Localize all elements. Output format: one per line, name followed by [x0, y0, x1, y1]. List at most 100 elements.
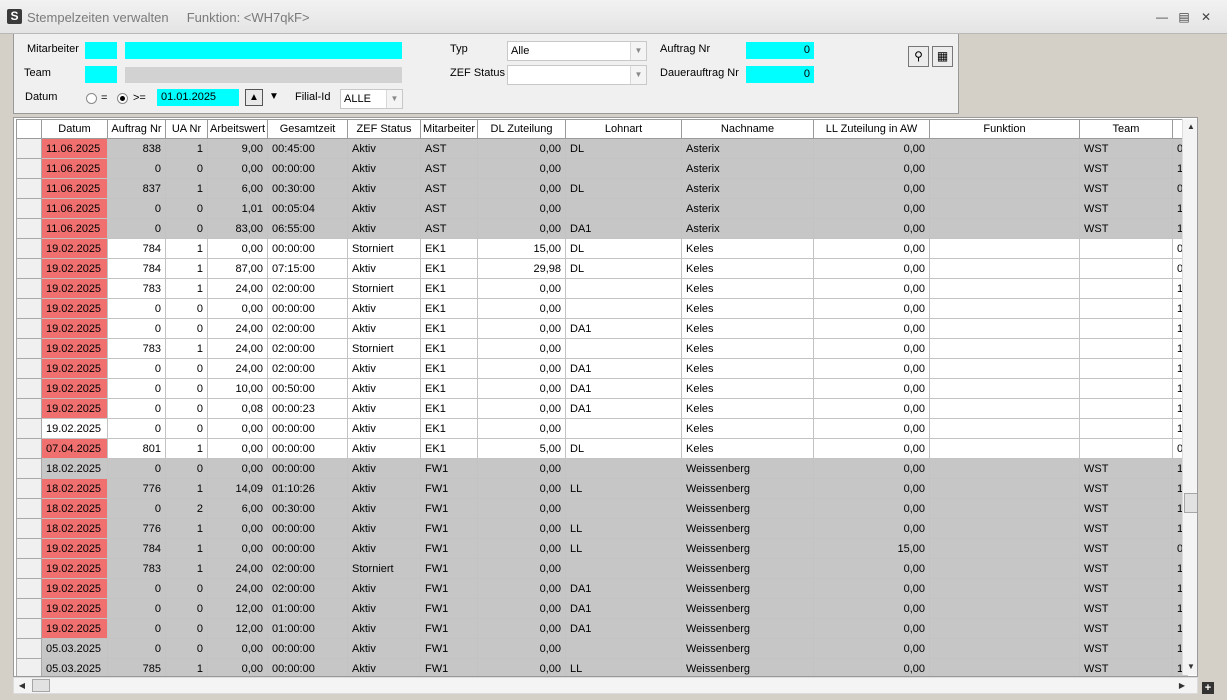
cell-auftrag[interactable]: 784: [107, 238, 166, 259]
column-header-funktion[interactable]: Funktion: [929, 119, 1080, 139]
column-header-ll-zuteilung-in-aw[interactable]: LL Zuteilung in AW: [813, 119, 930, 139]
cell-dl[interactable]: 0,00: [477, 518, 566, 539]
cell-ma[interactable]: EK1: [420, 358, 478, 379]
cell-datum[interactable]: 11.06.2025: [41, 178, 108, 199]
cell-name[interactable]: Keles: [681, 318, 814, 339]
add-row-icon[interactable]: +: [1202, 682, 1214, 694]
cell-dl[interactable]: 0,00: [477, 538, 566, 559]
cell-zeit[interactable]: 00:00:00: [267, 438, 349, 459]
chevron-down-icon[interactable]: ▼: [630, 66, 646, 84]
table-row[interactable]: 19.02.2025 784 1 0,00 00:00:00 Aktiv FW1 0,00 LL…: [16, 538, 1189, 559]
cell-ma[interactable]: EK1: [420, 258, 478, 279]
cell-status[interactable]: Storniert: [347, 278, 422, 299]
cell-aw[interactable]: 10,00: [206, 378, 269, 399]
cell-dl[interactable]: 0,00: [477, 478, 566, 499]
cell-funktion[interactable]: [929, 298, 1080, 319]
cell-datum[interactable]: 18.02.2025: [41, 458, 108, 479]
cell-aw[interactable]: 0,00: [206, 658, 269, 676]
cell-funktion[interactable]: [929, 398, 1080, 419]
table-row[interactable]: 11.06.2025 0 0 0,00 00:00:00 Aktiv AST 0,00 Aste…: [16, 158, 1189, 179]
cell-dl[interactable]: 0,00: [477, 358, 566, 379]
cell-datum[interactable]: 19.02.2025: [41, 358, 108, 379]
cell-dl[interactable]: 0,00: [477, 638, 566, 659]
cell-name[interactable]: Weissenberg: [681, 458, 814, 479]
cell-status[interactable]: Aktiv: [347, 158, 422, 179]
cell-status[interactable]: Aktiv: [347, 198, 422, 219]
column-header-mitarbeiter[interactable]: Mitarbeiter: [420, 119, 478, 139]
cell-auftrag[interactable]: 0: [107, 378, 166, 399]
row-selector[interactable]: [16, 478, 42, 499]
cell-name[interactable]: Weissenberg: [681, 498, 814, 519]
row-selector[interactable]: [16, 618, 42, 639]
cell-ma[interactable]: EK1: [420, 418, 478, 439]
cell-dl[interactable]: 0,00: [477, 218, 566, 239]
table-row[interactable]: 11.06.2025 837 1 6,00 00:30:00 Aktiv AST 0,00 DL…: [16, 178, 1189, 199]
cell-team[interactable]: [1079, 278, 1173, 299]
cell-name[interactable]: Keles: [681, 298, 814, 319]
cell-auftrag[interactable]: 0: [107, 458, 166, 479]
cell-ma[interactable]: FW1: [420, 618, 478, 639]
horizontal-scrollbar[interactable]: ◀ ▶: [13, 677, 1198, 694]
cell-dl[interactable]: 0,00: [477, 558, 566, 579]
row-selector[interactable]: [16, 418, 42, 439]
cell-name[interactable]: Keles: [681, 438, 814, 459]
row-selector[interactable]: [16, 578, 42, 599]
cell-status[interactable]: Aktiv: [347, 478, 422, 499]
search-icon[interactable]: ⚲: [908, 46, 929, 67]
cell-name[interactable]: Weissenberg: [681, 658, 814, 676]
cell-zeit[interactable]: 00:30:00: [267, 178, 349, 199]
cell-ll[interactable]: 0,00: [813, 478, 930, 499]
cell-funktion[interactable]: [929, 258, 1080, 279]
cell-team[interactable]: WST: [1079, 638, 1173, 659]
table-row[interactable]: 18.02.2025 776 1 14,09 01:10:26 Aktiv FW1 0,00 L…: [16, 478, 1189, 499]
cell-ll[interactable]: 0,00: [813, 358, 930, 379]
cell-datum[interactable]: 19.02.2025: [41, 538, 108, 559]
cell-ua[interactable]: 0: [165, 598, 208, 619]
cell-status[interactable]: Aktiv: [347, 358, 422, 379]
cell-auftrag[interactable]: 801: [107, 438, 166, 459]
dauerauftrag-nr-input[interactable]: 0: [746, 66, 814, 83]
cell-team[interactable]: WST: [1079, 598, 1173, 619]
row-selector[interactable]: [16, 318, 42, 339]
cell-ma[interactable]: AST: [420, 158, 478, 179]
cell-auftrag[interactable]: 0: [107, 418, 166, 439]
table-row[interactable]: 18.02.2025 0 2 6,00 00:30:00 Aktiv FW1 0,00 Weis…: [16, 498, 1189, 519]
cell-status[interactable]: Aktiv: [347, 418, 422, 439]
date-equal-radio[interactable]: [86, 93, 97, 104]
row-selector[interactable]: [16, 598, 42, 619]
cell-auftrag[interactable]: 776: [107, 518, 166, 539]
table-row[interactable]: 11.06.2025 0 0 1,01 00:05:04 Aktiv AST 0,00 Aste…: [16, 198, 1189, 219]
cell-name[interactable]: Weissenberg: [681, 478, 814, 499]
cell-aw[interactable]: 9,00: [206, 138, 269, 159]
row-selector[interactable]: [16, 298, 42, 319]
maximize-icon[interactable]: ▤: [1176, 9, 1192, 25]
cell-team[interactable]: WST: [1079, 178, 1173, 199]
row-selector[interactable]: [16, 258, 42, 279]
cell-team[interactable]: WST: [1079, 198, 1173, 219]
cell-lohnart[interactable]: LL: [565, 478, 682, 499]
cell-dl[interactable]: 0,00: [477, 418, 566, 439]
cell-name[interactable]: Keles: [681, 418, 814, 439]
row-selector[interactable]: [16, 498, 42, 519]
cell-funktion[interactable]: [929, 318, 1080, 339]
cell-name[interactable]: Asterix: [681, 138, 814, 159]
cell-auftrag[interactable]: 0: [107, 498, 166, 519]
cell-zeit[interactable]: 02:00:00: [267, 278, 349, 299]
cell-lohnart[interactable]: DL: [565, 438, 682, 459]
cell-status[interactable]: Aktiv: [347, 178, 422, 199]
cell-funktion[interactable]: [929, 478, 1080, 499]
row-selector[interactable]: [16, 278, 42, 299]
cell-dl[interactable]: 0,00: [477, 498, 566, 519]
cell-ll[interactable]: 0,00: [813, 598, 930, 619]
cell-lohnart[interactable]: [565, 158, 682, 179]
cell-lohnart[interactable]: DA1: [565, 578, 682, 599]
cell-aw[interactable]: 0,00: [206, 458, 269, 479]
cell-lohnart[interactable]: DA1: [565, 378, 682, 399]
date-input[interactable]: 01.01.2025: [157, 89, 239, 106]
cell-funktion[interactable]: [929, 658, 1080, 676]
cell-ll[interactable]: 0,00: [813, 578, 930, 599]
cell-datum[interactable]: 19.02.2025: [41, 378, 108, 399]
cell-auftrag[interactable]: 0: [107, 598, 166, 619]
cell-zeit[interactable]: 00:00:00: [267, 538, 349, 559]
cell-funktion[interactable]: [929, 358, 1080, 379]
